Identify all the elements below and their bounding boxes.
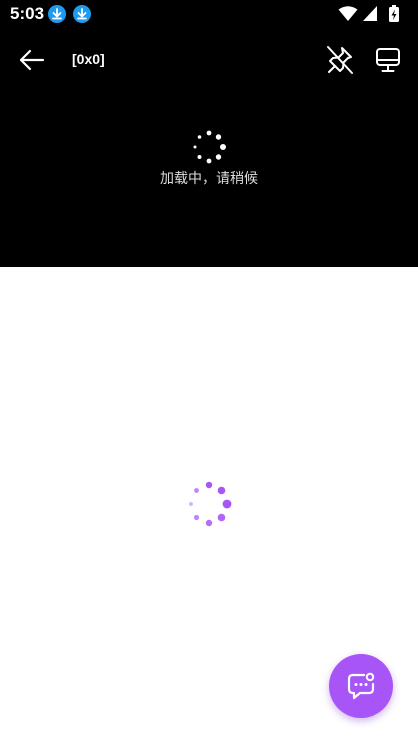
wifi-icon [338,6,358,21]
toolbar: [0x0] [0,30,418,90]
status-time: 5:03 [10,4,45,23]
content-loading-spinner-icon [189,481,232,527]
chat-bubble-icon [347,672,375,700]
download-icon [48,5,66,23]
download-icon [73,5,91,23]
monitor-icon [376,48,400,72]
loading-text: 加载中，请稍候 [160,171,258,187]
video-player-area[interactable]: 5:03 [0x0] 加载中，请稍候 [0,0,418,267]
page-title: [0x0] [72,51,105,67]
back-button[interactable] [14,45,50,75]
pin-button[interactable] [325,44,355,76]
pin-off-icon [327,46,353,74]
chat-button[interactable] [329,654,393,718]
cast-button[interactable] [373,45,403,75]
battery-charging-icon [389,5,399,22]
player-loading-spinner-icon [193,130,226,164]
status-bar: 5:03 [0,0,418,30]
cellular-signal-icon [363,6,377,21]
arrow-left-icon [19,49,45,71]
